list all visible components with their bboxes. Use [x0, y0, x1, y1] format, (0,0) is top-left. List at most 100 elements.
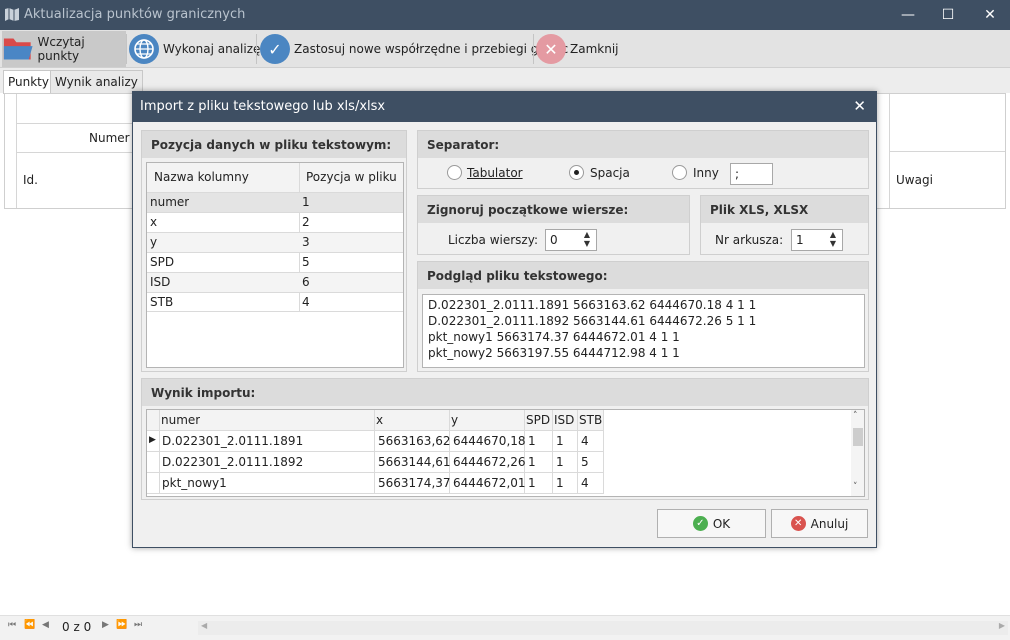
space-separator-radio[interactable] [569, 165, 584, 180]
tab-punkty[interactable]: Punkty [3, 70, 54, 94]
tab-wynik-analizy[interactable]: Wynik analizy [50, 70, 143, 93]
result-cell[interactable]: 5663144,61 [378, 455, 451, 469]
result-cell[interactable]: pkt_nowy1 [162, 476, 227, 490]
position-row-value[interactable]: 5 [302, 255, 310, 269]
result-cell[interactable]: 1 [556, 476, 564, 490]
position-row-value[interactable]: 2 [302, 215, 310, 229]
numer-column-header[interactable]: Numer [89, 131, 130, 145]
grid-divider [16, 94, 17, 208]
grid-divider [16, 123, 136, 124]
result-cell[interactable]: 1 [556, 434, 564, 448]
id-column-header[interactable]: Id. [23, 173, 38, 187]
result-cell[interactable]: 1 [556, 455, 564, 469]
other-separator-radio[interactable] [672, 165, 687, 180]
result-cell[interactable]: 6444670,18 [453, 434, 526, 448]
result-cell[interactable]: 5663174,37 [378, 476, 451, 490]
result-header-spd[interactable]: SPD [526, 413, 550, 427]
position-group: Pozycja danych w pliku tekstowym: Nazwa … [141, 130, 407, 372]
other-separator-input[interactable]: ; [730, 163, 773, 185]
position-row-name[interactable]: ISD [150, 275, 170, 289]
result-cell[interactable]: 5663163,62 [378, 434, 451, 448]
other-separator-label[interactable]: Inny [693, 166, 719, 180]
position-row-value[interactable]: 3 [302, 235, 310, 249]
preview-line: D.022301_2.0111.1892 5663144.61 6444672.… [428, 314, 757, 328]
row-divider [147, 232, 403, 233]
tab-separator-radio[interactable] [447, 165, 462, 180]
result-cell[interactable]: 4 [581, 476, 589, 490]
result-cell[interactable]: 5 [581, 455, 589, 469]
position-row-name[interactable]: y [150, 235, 157, 249]
next-page-icon[interactable]: ▶ [102, 620, 109, 630]
position-row-value[interactable]: 6 [302, 275, 310, 289]
sheet-number-stepper[interactable]: 1 ▲ ▼ [791, 229, 843, 251]
position-row-name[interactable]: x [150, 215, 157, 229]
position-table: Nazwa kolumny Pozycja w pliku numer 1 x … [146, 162, 404, 368]
import-dialog: Import z pliku tekstowego lub xls/xlsx ✕… [132, 91, 877, 548]
tab-separator-label[interactable]: Tabulator [467, 166, 523, 180]
position-row-name[interactable]: STB [150, 295, 173, 309]
preview-group: Podgląd pliku tekstowego: D.022301_2.011… [417, 261, 869, 372]
result-cell[interactable]: 1 [528, 434, 536, 448]
dialog-close-button[interactable]: ✕ [853, 97, 866, 115]
position-row-name[interactable]: SPD [150, 255, 174, 269]
spin-arrows-icon[interactable]: ▲ ▼ [578, 230, 596, 250]
window-titlebar: Aktualizacja punktów granicznych — ☐ ✕ [0, 0, 1010, 30]
result-cell[interactable]: 1 [528, 476, 536, 490]
result-cell[interactable]: 1 [528, 455, 536, 469]
separator-heading: Separator: [418, 131, 868, 158]
preview-line: D.022301_2.0111.1891 5663163.62 6444670.… [428, 298, 757, 312]
prev-block-icon[interactable]: ⏪ [24, 620, 35, 630]
scroll-up-icon[interactable]: ˄ [853, 411, 858, 421]
position-row-value[interactable]: 1 [302, 195, 310, 209]
uwagi-column-header[interactable]: Uwagi [896, 173, 933, 187]
column-name-header[interactable]: Nazwa kolumny [154, 170, 249, 184]
position-row-value[interactable]: 4 [302, 295, 310, 309]
space-separator-label[interactable]: Spacja [590, 166, 630, 180]
preview-textbox[interactable]: D.022301_2.0111.1891 5663163.62 6444670.… [422, 294, 865, 368]
toolbar-divider [533, 34, 534, 64]
result-header-isd[interactable]: ISD [554, 413, 574, 427]
horizontal-scrollbar[interactable]: ◀ ▶ [198, 621, 1008, 635]
ignore-rows-heading: Zignoruj początkowe wiersze: [418, 196, 689, 223]
row-divider [147, 212, 403, 213]
scroll-left-icon[interactable]: ◀ [201, 621, 207, 630]
folder-icon [3, 38, 33, 60]
row-count-stepper[interactable]: 0 ▲ ▼ [545, 229, 597, 251]
result-cell[interactable]: D.022301_2.0111.1891 [162, 434, 303, 448]
vertical-scrollbar[interactable]: ˄ ˅ [851, 410, 864, 496]
spin-arrows-icon[interactable]: ▲ ▼ [824, 230, 842, 250]
result-header-x[interactable]: x [376, 413, 383, 427]
row-divider [147, 430, 603, 431]
apply-coordinates-button[interactable]: ✓ Zastosuj nowe współrzędne i przebiegi … [260, 31, 568, 67]
position-row-name[interactable]: numer [150, 195, 189, 209]
next-block-icon[interactable]: ⏩ [116, 620, 127, 630]
ok-button[interactable]: ✓ OK [657, 509, 766, 538]
close-icon: ✕ [536, 34, 566, 64]
result-cell[interactable]: 6444672,26 [453, 455, 526, 469]
maximize-button[interactable]: ☐ [928, 0, 968, 30]
close-button[interactable]: ✕ Zamknij [536, 31, 619, 67]
result-cell[interactable]: 6444672,01 [453, 476, 526, 490]
result-header-numer[interactable]: numer [161, 413, 200, 427]
prev-page-icon[interactable]: ◀ [42, 620, 49, 630]
result-header-stb[interactable]: STB [579, 413, 602, 427]
row-divider [147, 252, 403, 253]
result-cell[interactable]: 4 [581, 434, 589, 448]
result-header-y[interactable]: y [451, 413, 458, 427]
scroll-down-icon[interactable]: ˅ [853, 482, 858, 492]
column-divider [552, 410, 553, 494]
result-cell[interactable]: D.022301_2.0111.1892 [162, 455, 303, 469]
close-window-button[interactable]: ✕ [970, 0, 1010, 30]
result-group: Wynik importu: numer x y SPD ISD STB ▶ D… [141, 378, 869, 500]
ok-label: OK [712, 516, 731, 531]
column-position-header[interactable]: Pozycja w pliku [306, 170, 397, 184]
scrollbar-thumb[interactable] [853, 428, 863, 446]
first-page-icon[interactable]: ⏮ [8, 620, 16, 630]
row-divider [147, 311, 403, 312]
cancel-button[interactable]: ✕ Anuluj [771, 509, 868, 538]
load-points-button[interactable]: Wczytaj punkty [2, 31, 126, 67]
last-page-icon[interactable]: ⏭ [134, 620, 142, 630]
minimize-button[interactable]: — [888, 0, 928, 30]
scroll-right-icon[interactable]: ▶ [999, 621, 1005, 630]
analyze-button[interactable]: Wykonaj analizę [129, 31, 260, 67]
